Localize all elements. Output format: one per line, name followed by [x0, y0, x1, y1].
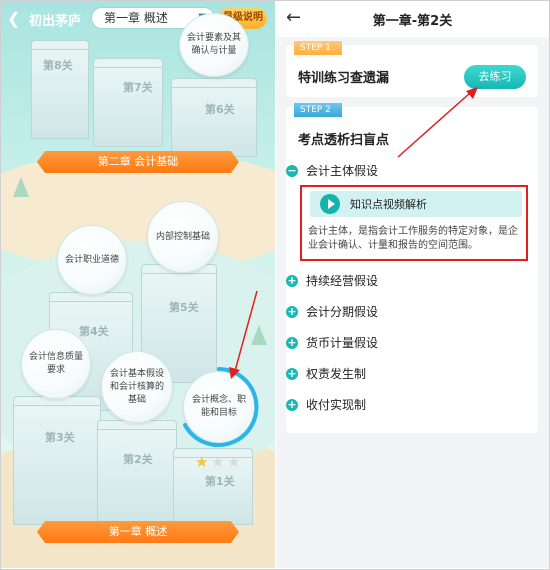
level-label-8: 第8关: [43, 59, 73, 72]
topic-label: 权责发生制: [306, 367, 367, 381]
level-label-2: 第2关: [123, 453, 153, 466]
level-bubble-5[interactable]: 内部控制基础: [147, 201, 219, 273]
star-filled-icon: ★: [195, 453, 209, 471]
topic-label: 会计分期假设: [306, 305, 379, 319]
step1-title: 特训练习查遗漏: [298, 71, 390, 86]
video-label: 知识点视频解析: [350, 198, 427, 211]
play-icon[interactable]: [320, 194, 340, 214]
topic-label: 会计主体假设: [306, 164, 379, 178]
page-title: 第一章-第2关: [372, 14, 453, 29]
plus-icon: +: [286, 336, 298, 349]
level-pillar-2[interactable]: [97, 420, 177, 525]
level-pillar-6[interactable]: [171, 78, 257, 157]
level-label-5: 第5关: [169, 301, 199, 314]
level-bubble-3[interactable]: 会计信息质量要求: [21, 329, 91, 399]
minus-icon: −: [286, 164, 298, 177]
step2-tag: STEP 2: [294, 103, 342, 117]
topic-description: 会计主体，是指会计工作服务的特定对象，是企业会计确认、计量和报告的空间范围。: [308, 226, 518, 251]
topic-label: 货币计量假设: [306, 336, 379, 350]
step1-tag: STEP 1: [294, 41, 342, 55]
level-label-1: 第1关: [205, 475, 235, 488]
back-chevron-icon[interactable]: ❮: [7, 9, 25, 28]
right-header: ← 第一章-第2关: [276, 1, 549, 37]
topic-item[interactable]: − 会计主体假设: [286, 161, 536, 181]
level-bubble-6[interactable]: 会计要素及其确认与计量: [179, 13, 249, 77]
level-bubble-1[interactable]: 会计概念、职能和目标: [183, 371, 255, 443]
chapter-dropdown-value: 第一章 概述: [104, 11, 168, 25]
plus-icon: +: [286, 305, 298, 318]
step2-card: STEP 2 考点透析扫盲点: [286, 103, 538, 433]
level-label-7: 第7关: [123, 81, 153, 94]
topic-item[interactable]: + 持续经营假设: [286, 271, 536, 291]
topic-item[interactable]: + 会计分期假设: [286, 302, 536, 322]
topic-item[interactable]: + 收付实现制: [286, 395, 536, 415]
level-bubble-2[interactable]: 会计基本假设和会计核算的基础: [101, 351, 173, 423]
practice-button[interactable]: 去练习: [464, 65, 526, 89]
plus-icon: +: [286, 398, 298, 411]
page-title: 初出茅庐: [29, 14, 82, 29]
topic-label: 持续经营假设: [306, 274, 379, 288]
plus-icon: +: [286, 274, 298, 287]
step2-title: 考点透析扫盲点: [298, 133, 390, 148]
topic-item[interactable]: + 权责发生制: [286, 364, 536, 384]
video-explanation-row[interactable]: 知识点视频解析: [310, 191, 522, 217]
level-pillar-3[interactable]: [13, 396, 101, 525]
level-label-6: 第6关: [205, 103, 235, 116]
tree-decoration: [251, 325, 267, 345]
level-label-4: 第4关: [79, 325, 109, 338]
tree-decoration: [13, 177, 29, 197]
level-bubble-4[interactable]: 会计职业道德: [57, 225, 127, 295]
level-label-3: 第3关: [45, 431, 75, 444]
plus-icon: +: [286, 367, 298, 380]
star-empty-icon: ★: [227, 453, 241, 471]
step1-card: STEP 1 特训练习查遗漏 去练习: [286, 41, 538, 97]
chapter-2-banner[interactable]: 第二章 会计基础: [37, 151, 239, 173]
chapter-1-banner[interactable]: 第一章 概述: [37, 521, 239, 543]
star-empty-icon: ★: [211, 453, 225, 471]
highlighted-video-box: 知识点视频解析 会计主体，是指会计工作服务的特定对象，是企业会计确认、计量和报告…: [300, 185, 528, 261]
level-detail-panel: ← 第一章-第2关 STEP 1 特训练习查遗漏 去练习 STEP 2 考点透析…: [276, 1, 549, 568]
topic-label: 收付实现制: [306, 398, 367, 412]
level-map-panel: ❮ 初出茅庐 第一章 概述 ▼ 星级说明 第8关 第7关 第6关 会计要素及其确…: [1, 1, 275, 568]
topic-item[interactable]: + 货币计量假设: [286, 333, 536, 353]
